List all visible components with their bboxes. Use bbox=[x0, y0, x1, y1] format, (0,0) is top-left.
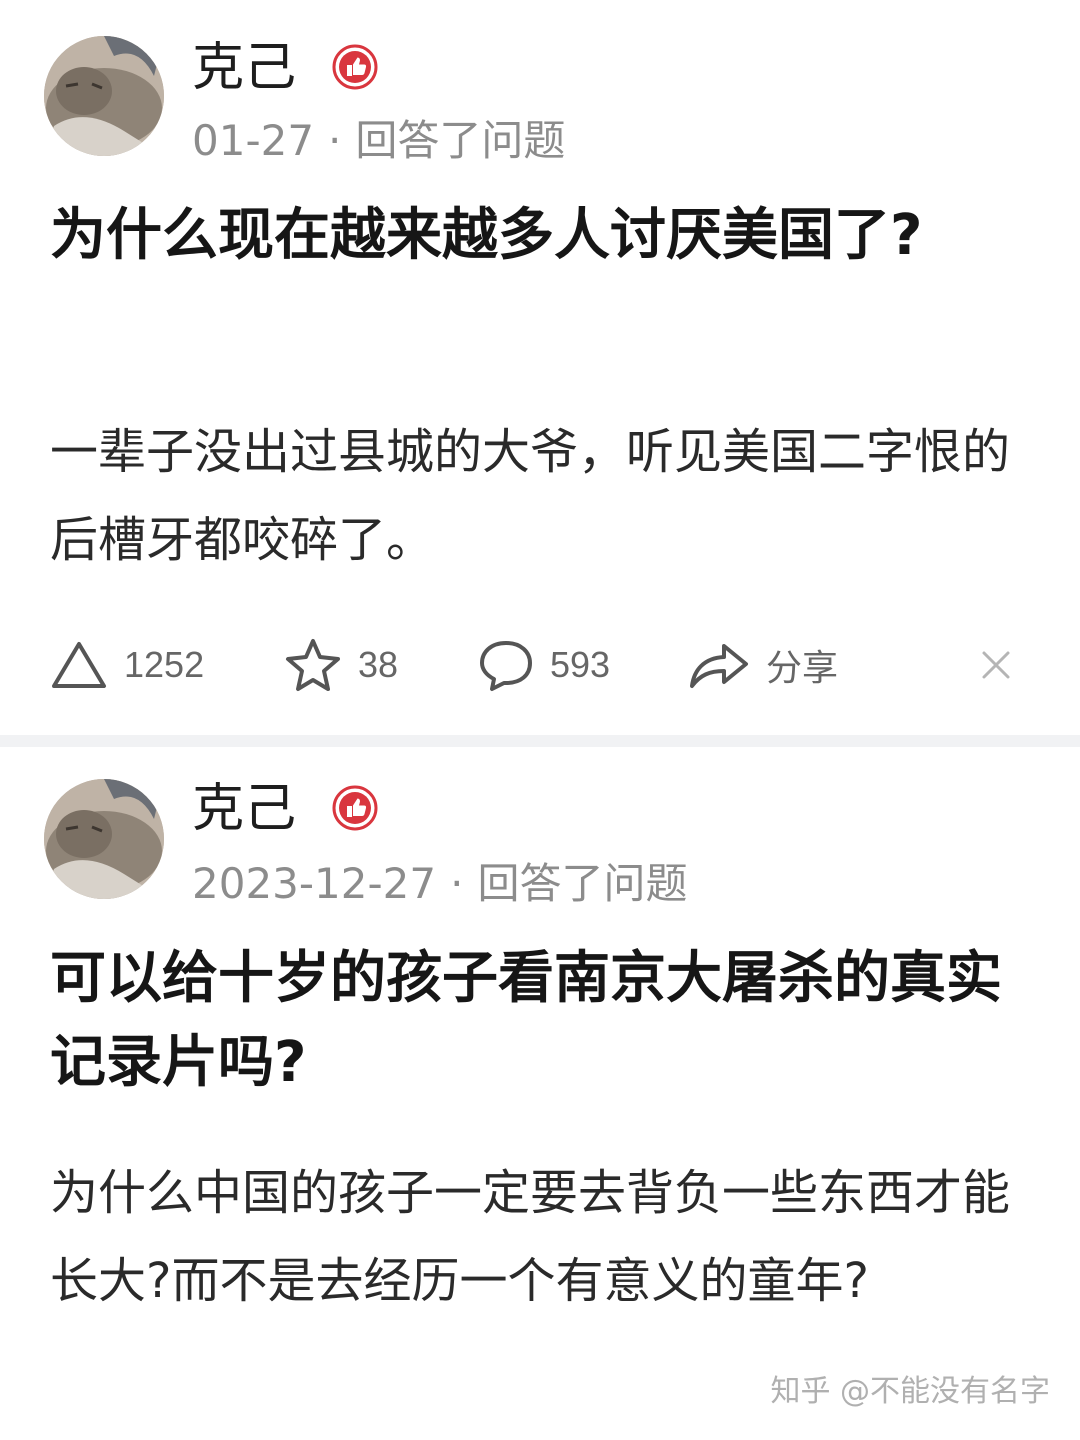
avatar[interactable] bbox=[44, 36, 164, 156]
post-meta: 01-27 · 回答了问题 bbox=[192, 116, 565, 166]
post-action: 回答了问题 bbox=[477, 859, 688, 908]
favorite-count: 38 bbox=[358, 644, 399, 685]
meta-separator: · bbox=[450, 859, 464, 908]
question-title[interactable]: 可以给十岁的孩子看南京大屠杀的真实记录片吗? bbox=[50, 937, 1020, 1105]
comment-count: 593 bbox=[550, 644, 611, 685]
cat-avatar-image bbox=[44, 779, 164, 899]
star-icon bbox=[286, 639, 340, 691]
post-meta: 2023-12-27 · 回答了问题 bbox=[192, 859, 687, 909]
comment-button[interactable]: 593 bbox=[478, 625, 610, 705]
post-date: 01-27 bbox=[192, 116, 315, 165]
question-title[interactable]: 为什么现在越来越多人讨厌美国了? bbox=[50, 194, 1020, 278]
avatar[interactable] bbox=[44, 779, 164, 899]
upvote-count: 1252 bbox=[124, 644, 205, 685]
watermark: 知乎 @不能没有名字 bbox=[770, 1374, 1050, 1409]
post-date: 2023-12-27 bbox=[192, 859, 437, 908]
share-label: 分享 bbox=[766, 647, 839, 688]
action-bar: 1252 38 593 分享 bbox=[0, 625, 1080, 705]
author-name[interactable]: 克己 bbox=[192, 38, 296, 98]
triangle-upvote-icon bbox=[52, 642, 106, 688]
answer-excerpt[interactable]: 为什么中国的孩子一定要去背负一些东西才能长大?而不是去经历一个有意义的童年? bbox=[50, 1149, 1020, 1325]
feed-card[interactable]: 克己 01-27 · 回答了问题 为什么现在越来越多人讨厌美国了? 一辈子没出过县城… bbox=[0, 0, 1080, 735]
thumb-up-badge-icon bbox=[332, 785, 378, 831]
post-action: 回答了问题 bbox=[355, 116, 566, 165]
meta-separator: · bbox=[328, 116, 342, 165]
close-icon[interactable] bbox=[974, 643, 1018, 687]
comment-bubble-icon bbox=[480, 641, 532, 691]
card-divider bbox=[0, 735, 1080, 747]
author-name[interactable]: 克己 bbox=[192, 779, 296, 839]
share-arrow-icon bbox=[690, 644, 748, 688]
thumb-up-badge-icon bbox=[332, 44, 378, 90]
favorite-button[interactable]: 38 bbox=[284, 625, 398, 705]
cat-avatar-image bbox=[44, 36, 164, 156]
answer-excerpt[interactable]: 一辈子没出过县城的大爷，听见美国二字恨的后槽牙都咬碎了。 bbox=[50, 408, 1020, 584]
feed-card[interactable]: 克己 2023-12-27 · 回答了问题 可以给十岁的孩子看南京大屠杀的真实记录片… bbox=[0, 747, 1080, 1440]
share-button[interactable]: 分享 bbox=[688, 625, 838, 705]
upvote-button[interactable]: 1252 bbox=[50, 625, 204, 705]
